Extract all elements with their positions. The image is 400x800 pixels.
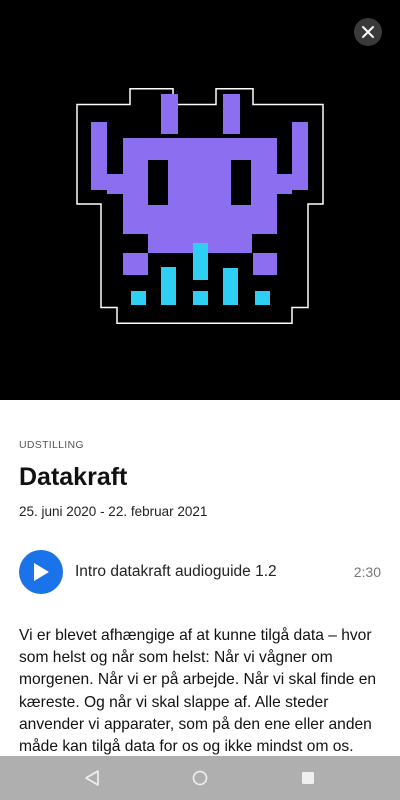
close-button[interactable]: [354, 18, 382, 46]
home-icon: [192, 770, 208, 786]
description-text: Vi er blevet afhængige af at kunne tilgå…: [19, 627, 377, 756]
date-range: 25. juni 2020 - 22. februar 2021: [19, 504, 208, 519]
home-button[interactable]: [192, 770, 208, 786]
track-title: Intro datakraft audioguide 1.2: [75, 563, 277, 580]
play-icon: [34, 563, 49, 581]
play-button[interactable]: [19, 550, 63, 594]
system-navigation-bar: [0, 756, 400, 800]
page-title: Datakraft: [19, 463, 128, 491]
hero-image: [0, 0, 400, 400]
pixel-invader-icon: [76, 88, 324, 324]
audio-track-row[interactable]: Intro datakraft audioguide 1.2 2:30: [19, 550, 381, 594]
back-icon: [85, 770, 99, 786]
recents-button[interactable]: [300, 770, 316, 786]
track-duration: 2:30: [353, 564, 381, 580]
category-label: UDSTILLING: [19, 439, 84, 451]
recents-icon: [302, 772, 314, 784]
back-button[interactable]: [84, 770, 100, 786]
close-icon: [362, 26, 374, 38]
content-section: UDSTILLING Datakraft 25. juni 2020 - 22.…: [19, 400, 381, 755]
